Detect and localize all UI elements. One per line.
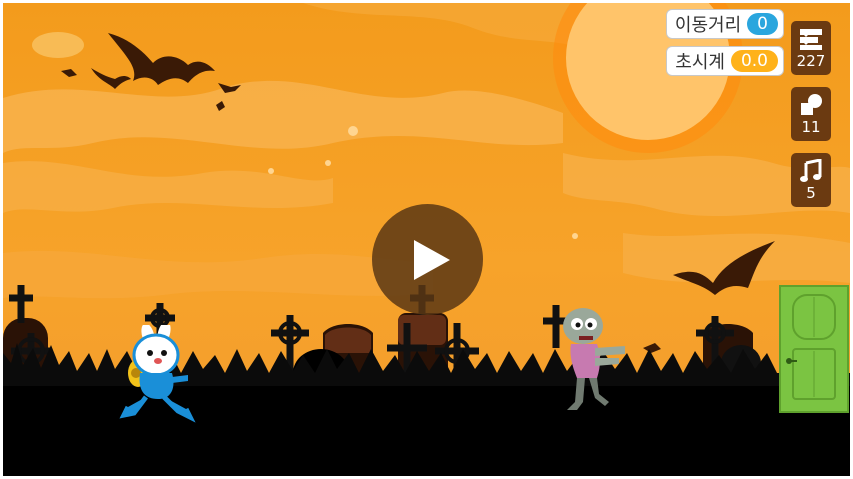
blocks-icon (800, 29, 822, 50)
music-note-icon (800, 159, 822, 182)
variable-label: 초시계 (675, 52, 725, 73)
shapes-count: 11 (801, 118, 821, 136)
game-stage[interactable]: 이동거리 0 초시계 0.0 227 11 5 (3, 3, 850, 476)
variable-monitor-timer: 초시계 0.0 (666, 46, 784, 76)
exit-door[interactable] (779, 285, 849, 413)
rabbit-character[interactable] (116, 325, 201, 427)
door-panels (786, 294, 836, 400)
sounds-count: 5 (806, 184, 816, 202)
blocks-count-button[interactable]: 227 (791, 21, 831, 75)
sounds-count-button[interactable]: 5 (791, 153, 831, 207)
shapes-icon (801, 94, 822, 115)
blocks-count: 227 (796, 52, 826, 70)
variable-label: 이동거리 (674, 15, 742, 36)
zombie-character[interactable] (555, 306, 635, 416)
play-button[interactable] (372, 204, 483, 315)
shapes-count-button[interactable]: 11 (791, 87, 831, 141)
variable-value: 0 (747, 13, 778, 35)
variable-value: 0.0 (730, 50, 778, 72)
play-icon (414, 240, 450, 280)
variable-monitor-distance: 이동거리 0 (665, 9, 784, 39)
